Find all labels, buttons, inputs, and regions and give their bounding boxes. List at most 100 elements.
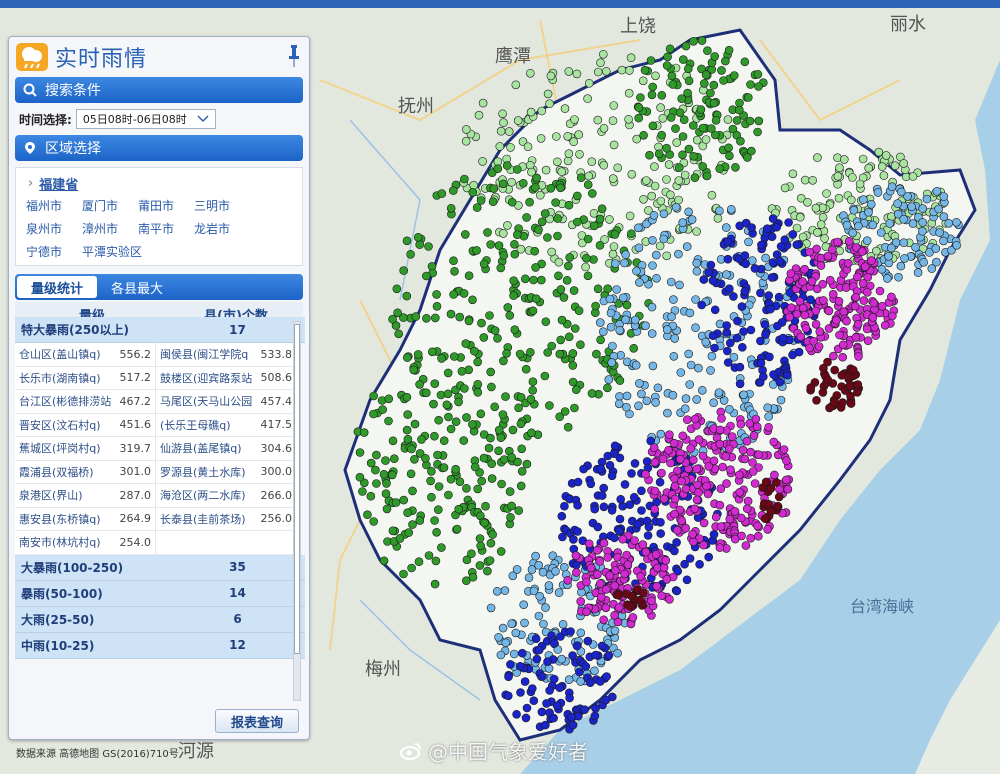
rain-station-dot (650, 504, 659, 514)
pin-icon[interactable] (289, 45, 299, 67)
search-conditions-header[interactable]: 搜索条件 (15, 77, 303, 103)
tab-level-stats[interactable]: 量级统计 (17, 276, 98, 298)
station-cell[interactable]: (长乐王母礁q) 417.5 (156, 413, 297, 437)
rain-station-dot (444, 412, 453, 422)
rain-station-dot (502, 349, 511, 358)
rain-station-dot (725, 151, 734, 161)
station-cell[interactable]: 鼓楼区(迎宾路泵站 508.6 (156, 366, 297, 390)
city-link[interactable]: 宁德市 (26, 240, 82, 263)
rain-station-dot (413, 350, 423, 359)
station-cell[interactable]: 晋安区(汶石村q) 451.6 (15, 413, 156, 437)
rain-station-dot (706, 366, 715, 375)
rain-station-dot (399, 495, 409, 505)
rain-station-dot (499, 455, 509, 464)
rain-station-dot (422, 313, 431, 323)
station-cell[interactable]: 惠安县(东桥镇q) 264.9 (15, 507, 156, 531)
rain-station-dot (556, 183, 565, 193)
rain-station-dot (849, 205, 859, 215)
rain-station-dot (760, 320, 770, 329)
rain-station-dot (485, 311, 494, 320)
rain-station-dot (593, 522, 603, 532)
rain-station-dot (498, 109, 507, 119)
rain-station-dot (754, 82, 763, 91)
city-link[interactable]: 漳州市 (82, 217, 138, 240)
station-cell[interactable]: 仓山区(盖山镇q) 556.2 (15, 343, 156, 367)
table-body: 特大暴雨(250以上) 17 仓山区(盖山镇q) 556.2 闽侯县(闽江学院q 5… (15, 317, 305, 699)
rain-station-dot (668, 80, 678, 89)
rain-station-dot (568, 651, 577, 660)
rain-station-dot (608, 249, 618, 259)
rain-station-dot (563, 422, 573, 432)
station-cell[interactable]: 南安市(林坑村q) 254.0 (15, 531, 156, 555)
category-row[interactable]: 大暴雨(100-250) 35 (15, 554, 305, 581)
rain-station-dot (710, 343, 719, 353)
rain-station-dot (570, 403, 579, 413)
province-item[interactable]: › 福建省 (16, 172, 302, 194)
tab-county-max[interactable]: 各县最大 (97, 276, 177, 298)
city-link[interactable]: 福州市 (26, 194, 82, 217)
rain-station-dot (590, 504, 600, 514)
scrollbar-thumb[interactable] (294, 324, 300, 654)
city-link[interactable]: 三明市 (194, 194, 250, 217)
rain-station-dot (520, 274, 530, 284)
city-link[interactable]: 平潭实验区 (82, 240, 182, 263)
station-cell[interactable]: 罗源县(黄土水库) 300.0 (156, 460, 297, 484)
rain-station-dot (513, 116, 523, 125)
station-value: 287.0 (119, 488, 152, 502)
rain-station-dot (873, 188, 883, 197)
rain-station-dot (610, 581, 620, 591)
rain-station-dot (762, 224, 772, 233)
category-row[interactable]: 特大暴雨(250以上) 17 (15, 317, 305, 343)
station-cell[interactable]: 霞浦县(双福桥) 301.0 (15, 460, 156, 484)
station-cell[interactable]: 海沧区(两二水库) 266.0 (156, 484, 297, 508)
station-cell[interactable]: 长泰县(圭前茶场) 256.0 (156, 507, 297, 531)
rain-station-dot (610, 610, 619, 620)
rain-station-dot (446, 204, 456, 213)
rain-station-dot (740, 454, 750, 464)
city-link[interactable]: 龙岩市 (194, 217, 250, 240)
time-select[interactable]: 05日08时-06日08时 (75, 109, 216, 129)
category-row[interactable]: 暴雨(50-100) 14 (15, 580, 305, 607)
report-query-button[interactable]: 报表查询 (215, 709, 299, 733)
rain-station-dot (564, 149, 574, 158)
rain-station-dot (880, 320, 890, 330)
rain-station-dot (807, 277, 817, 286)
rain-station-dot (536, 275, 546, 285)
city-link[interactable]: 泉州市 (26, 217, 82, 240)
rain-station-dot (620, 569, 629, 579)
station-cell[interactable]: 长乐市(湖南镇q) 517.2 (15, 366, 156, 390)
rain-station-dot (523, 142, 533, 151)
rain-station-dot (676, 368, 686, 377)
rain-station-dot (563, 156, 573, 166)
rain-station-dot (699, 79, 709, 88)
rain-station-dot (455, 312, 465, 322)
rain-station-dot (597, 641, 607, 651)
table-scrollbar[interactable] (293, 321, 301, 701)
station-name: 蕉城区(坪岗村q) (19, 442, 101, 456)
rain-station-dot (598, 327, 608, 337)
station-cell[interactable]: 蕉城区(坪岗村q) 319.7 (15, 437, 156, 461)
rain-station-dot (358, 487, 367, 496)
rain-station-dot (403, 410, 413, 419)
rain-station-dot (669, 438, 679, 448)
category-row[interactable]: 大雨(25-50) 6 (15, 606, 305, 633)
rain-station-dot (672, 538, 681, 547)
station-cell[interactable]: 仙游县(盖尾镇q) 304.6 (156, 437, 297, 461)
rain-station-dot (565, 253, 575, 262)
station-cell[interactable]: 台江区(彬德排涝站 467.2 (15, 390, 156, 414)
category-row[interactable]: 中雨(10-25) 12 (15, 632, 305, 659)
city-link[interactable]: 南平市 (138, 217, 194, 240)
rain-station-dot (669, 295, 678, 304)
rain-station-dot (697, 300, 707, 310)
rain-station-dot (512, 709, 521, 719)
station-cell[interactable]: 马尾区(天马山公园 457.4 (156, 390, 297, 414)
category-count: 17 (229, 322, 246, 337)
station-cell[interactable]: 闽侯县(闽江学院q 533.8 (156, 343, 297, 367)
station-cell[interactable]: 泉港区(界山) 287.0 (15, 484, 156, 508)
city-link[interactable]: 厦门市 (82, 194, 138, 217)
city-link[interactable]: 莆田市 (138, 194, 194, 217)
rain-station-dot (564, 67, 574, 76)
region-select-header[interactable]: 区域选择 (15, 135, 303, 161)
rain-station-dot (478, 98, 488, 108)
rain-station-dot (763, 525, 773, 534)
